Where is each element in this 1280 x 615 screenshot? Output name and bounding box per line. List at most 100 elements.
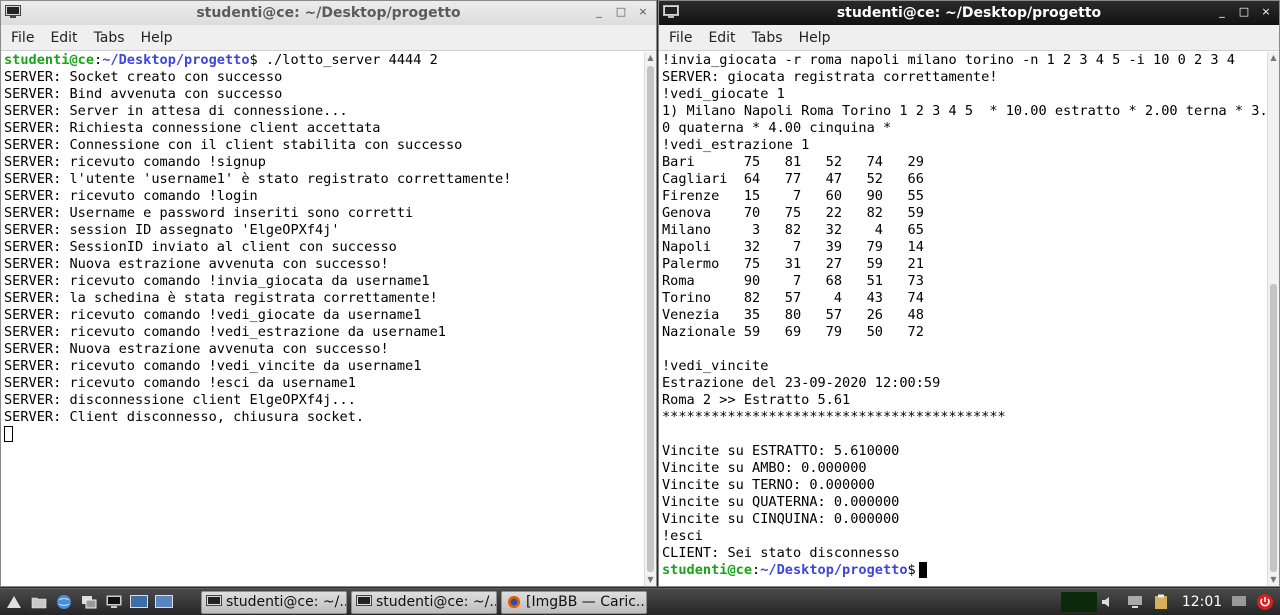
prompt-separator: :: [94, 52, 103, 68]
minimize-button[interactable]: _: [1213, 4, 1231, 20]
prompt-user: studenti@ce: [4, 52, 95, 68]
scroll-thumb[interactable]: [1270, 284, 1277, 572]
maximize-button[interactable]: □: [612, 4, 630, 20]
screen-lock-icon[interactable]: [1230, 593, 1248, 611]
file-manager-icon[interactable]: [28, 591, 50, 613]
terminal-line: SERVER: Nuova estrazione avvenuta con su…: [4, 341, 389, 357]
menu-edit[interactable]: Edit: [700, 25, 743, 51]
prompt-command: ./lotto_server 4444 2: [257, 52, 438, 68]
terminal-window-client[interactable]: studenti@ce: ~/Desktop/progetto _ □ × Fi…: [658, 0, 1280, 587]
terminal-line: !vedi_vincite: [662, 358, 769, 374]
maximize-button[interactable]: □: [1235, 4, 1253, 20]
scroll-up-arrow-icon[interactable]: ▲: [1268, 52, 1279, 64]
window-title: studenti@ce: ~/Desktop/progetto: [196, 5, 461, 21]
scrollbar[interactable]: ▲ ▼: [644, 52, 656, 586]
terminal-line: SERVER: SessionID inviato al client con …: [4, 239, 397, 255]
scroll-down-arrow-icon[interactable]: ▼: [1268, 574, 1279, 586]
scrollbar[interactable]: ▲ ▼: [1267, 52, 1279, 586]
terminal-line: Bari 75 81 52 74 29: [662, 154, 924, 170]
terminal-line: Roma 2 >> Estratto 5.61: [662, 392, 851, 408]
window-title: studenti@ce: ~/Desktop/progetto: [836, 5, 1102, 21]
terminal-line: !esci: [662, 528, 703, 544]
terminal-line: SERVER: ricevuto comando !signup: [4, 154, 266, 170]
terminal-line: 0 quaterna * 4.00 cinquina *: [662, 120, 892, 136]
title-bar[interactable]: studenti@ce: ~/Desktop/progetto _ □ ×: [659, 1, 1279, 25]
terminal-window-server[interactable]: studenti@ce: ~/Desktop/progetto _ □ × Fi…: [0, 0, 657, 587]
terminal-line: Torino 82 57 4 43 74: [662, 290, 924, 306]
terminal-line: SERVER: ricevuto comando !esci da userna…: [4, 375, 356, 391]
prompt-path: ~/Desktop/progetto: [760, 562, 908, 578]
scroll-up-arrow-icon[interactable]: ▲: [645, 52, 656, 64]
network-icon[interactable]: [1126, 593, 1144, 611]
scroll-thumb[interactable]: [647, 66, 654, 572]
terminal-line: Vincite su AMBO: 0.000000: [662, 460, 867, 476]
scroll-down-arrow-icon[interactable]: ▼: [645, 574, 656, 586]
menu-help[interactable]: Help: [133, 25, 181, 51]
terminal-area[interactable]: studenti@ce:~/Desktop/progetto$ ./lotto_…: [1, 52, 656, 586]
volume-icon[interactable]: [1100, 593, 1118, 611]
terminal-icon: [356, 595, 372, 606]
power-icon[interactable]: [1256, 593, 1274, 611]
firefox-icon: [507, 595, 521, 609]
terminal-line: SERVER: ricevuto comando !vedi_estrazion…: [4, 324, 446, 340]
terminal-launcher-icon[interactable]: [103, 591, 125, 613]
menu-file[interactable]: File: [661, 25, 700, 51]
terminal-line: SERVER: session ID assegnato 'ElgeOPXf4j…: [4, 222, 340, 238]
menu-file[interactable]: File: [3, 25, 42, 51]
desktop: studenti@ce: ~/Desktop/progetto _ □ × Fi…: [0, 0, 1280, 615]
cursor-line: [4, 426, 642, 443]
menu-tabs[interactable]: Tabs: [744, 25, 791, 51]
terminal-area[interactable]: !invia_giocata -r roma napoli milano tor…: [659, 52, 1279, 586]
prompt-user: studenti@ce: [662, 562, 753, 578]
terminal-line: SERVER: Socket creato con successo: [4, 69, 283, 85]
text-cursor: [4, 426, 13, 442]
desktop-1-icon[interactable]: [128, 591, 150, 613]
menu-bar: File Edit Tabs Help: [1, 25, 656, 51]
terminal-output: !invia_giocata -r roma napoli milano tor…: [662, 52, 1265, 586]
clock[interactable]: 12:01: [1180, 592, 1224, 612]
terminal-line: SERVER: ricevuto comando !vedi_vincite d…: [4, 358, 422, 374]
terminal-line: CLIENT: Sei stato disconnesso: [662, 545, 900, 561]
prompt-line: studenti@ce:~/Desktop/progetto$: [662, 562, 1265, 579]
clipboard-icon[interactable]: [1152, 593, 1170, 611]
terminal-line: Cagliari 64 77 47 52 66: [662, 171, 924, 187]
terminal-line: SERVER: ricevuto comando !login: [4, 188, 258, 204]
terminal-icon: [206, 595, 222, 606]
terminal-line: !invia_giocata -r roma napoli milano tor…: [662, 52, 1235, 68]
terminal-line: SERVER: ricevuto comando !vedi_giocate d…: [4, 307, 422, 323]
terminal-line: 1) Milano Napoli Roma Torino 1 2 3 4 5 *…: [662, 103, 1265, 119]
title-bar[interactable]: studenti@ce: ~/Desktop/progetto _ □ ×: [1, 1, 656, 25]
close-button[interactable]: ×: [1257, 4, 1275, 20]
terminal-line: SERVER: giocata registrata correttamente…: [662, 69, 998, 85]
terminal-line: Napoli 32 7 39 79 14: [662, 239, 924, 255]
terminal-line: Vincite su ESTRATTO: 5.610000: [662, 443, 900, 459]
terminal-line: SERVER: disconnessione client ElgeOPXf4j…: [4, 392, 356, 408]
start-menu-icon[interactable]: [3, 591, 25, 613]
prompt-symbol: $: [249, 52, 258, 68]
menu-tabs[interactable]: Tabs: [86, 25, 133, 51]
terminal-line: Palermo 75 31 27 59 21: [662, 256, 924, 272]
taskbar-task-terminal-1[interactable]: studenti@ce: ~/...: [201, 590, 347, 614]
text-cursor: [918, 562, 927, 578]
taskbar-task-browser[interactable]: [ImgBB — Caric...: [501, 590, 647, 614]
prompt-line: studenti@ce:~/Desktop/progetto$ ./lotto_…: [4, 52, 642, 69]
terminal-icon: [663, 5, 679, 18]
minimize-button[interactable]: _: [590, 4, 608, 20]
prompt-separator: :: [752, 562, 761, 578]
terminal-line: Firenze 15 7 60 90 55: [662, 188, 924, 204]
desktop-2-icon[interactable]: [153, 591, 175, 613]
menu-help[interactable]: Help: [791, 25, 839, 51]
terminal-line: SERVER: Nuova estrazione avvenuta con su…: [4, 256, 389, 272]
terminal-line: Venezia 35 80 57 26 48: [662, 307, 924, 323]
terminal-line: SERVER: Username e password inseriti son…: [4, 205, 414, 221]
web-browser-icon[interactable]: [53, 591, 75, 613]
close-button[interactable]: ×: [634, 4, 652, 20]
taskbar-task-terminal-2[interactable]: studenti@ce: ~/...: [351, 590, 497, 614]
terminal-line: Genova 70 75 22 82 59: [662, 205, 924, 221]
window-switch-icon[interactable]: [78, 591, 100, 613]
terminal-line: SERVER: Bind avvenuta con successo: [4, 86, 283, 102]
network-monitor-graph: [1061, 592, 1097, 612]
menu-edit[interactable]: Edit: [42, 25, 85, 51]
